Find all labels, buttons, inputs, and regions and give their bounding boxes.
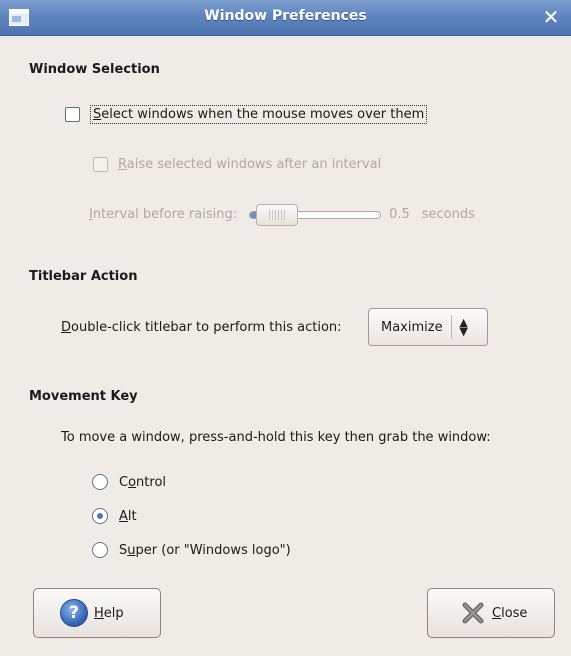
radio-super-button[interactable] (92, 542, 108, 558)
titlebar-action-select[interactable]: Maximize ▲ ▼ (368, 308, 488, 346)
combo-arrows-icon: ▲ ▼ (459, 316, 468, 338)
raise-windows-option[interactable]: Raise selected windows after an interval (93, 157, 381, 172)
close-icon (462, 602, 484, 624)
interval-slider-handle[interactable] (256, 203, 299, 226)
interval-row: Interval before raising: 0.5 seconds (89, 203, 475, 226)
radio-alt-label[interactable]: Alt (119, 509, 137, 524)
radio-super-label[interactable]: Super (or "Windows logo") (119, 543, 291, 558)
select-windows-label[interactable]: Select windows when the mouse moves over… (90, 105, 428, 124)
radio-control-button[interactable] (92, 474, 108, 490)
radio-control-label[interactable]: Control (119, 475, 166, 490)
close-icon[interactable]: ✕ (539, 5, 563, 29)
titlebar-action-heading: Titlebar Action (29, 269, 138, 284)
titlebar-action-label: Double-click titlebar to perform this ac… (61, 320, 342, 335)
close-button[interactable]: Close (427, 588, 555, 638)
interval-unit: seconds (421, 207, 475, 222)
movement-key-instruction: To move a window, press-and-hold this ke… (61, 430, 491, 445)
select-windows-option[interactable]: Select windows when the mouse moves over… (65, 105, 428, 124)
raise-windows-checkbox[interactable] (93, 157, 108, 172)
interval-slider[interactable] (249, 203, 382, 226)
radio-control[interactable]: Control (92, 474, 166, 490)
help-button-label: Help (94, 605, 124, 621)
window-title: Window Preferences (204, 8, 367, 24)
select-windows-checkbox[interactable] (65, 107, 80, 122)
close-button-label: Close (492, 605, 528, 621)
titlebar-action-selected: Maximize (381, 319, 443, 335)
help-icon: ? (60, 599, 88, 627)
interval-value: 0.5 (389, 207, 410, 222)
help-button[interactable]: ? Help (33, 588, 161, 638)
raise-windows-label: Raise selected windows after an interval (118, 157, 382, 172)
radio-alt-button[interactable] (92, 508, 108, 524)
window-selection-heading: Window Selection (29, 62, 160, 77)
radio-super[interactable]: Super (or "Windows logo") (92, 542, 291, 558)
interval-label: Interval before raising: (89, 207, 238, 222)
radio-alt[interactable]: Alt (92, 508, 137, 524)
movement-key-heading: Movement Key (29, 389, 138, 404)
title-bar[interactable]: Window Preferences ✕ (0, 0, 571, 36)
